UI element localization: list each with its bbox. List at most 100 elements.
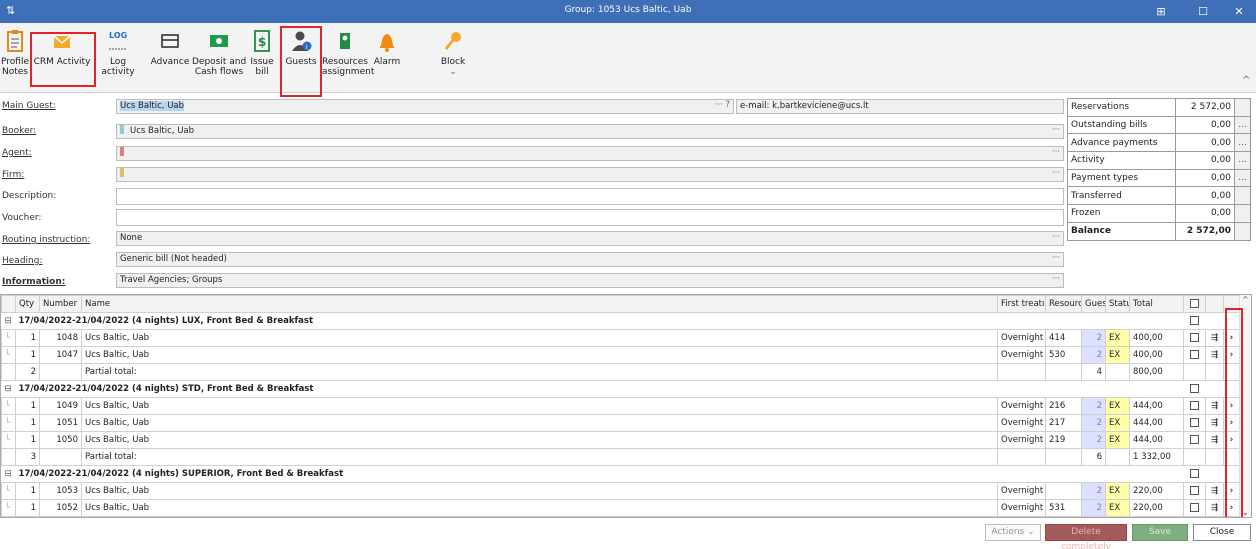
email-field[interactable]: e-mail: k.bartkeviciene@ucs.lt [736,99,1064,114]
window-titlebar: ⇅ Group: 1053 Ucs Baltic, Uab ⊞ ☐ ✕ [0,0,1256,23]
routing-lookup-button[interactable]: ··· [1052,231,1060,244]
information-value: Travel Agencies; Groups [120,275,223,285]
row-checkbox-cell[interactable] [1183,397,1206,415]
log-activity-button[interactable]: LOG Log activity [94,29,142,89]
group-row[interactable]: ⊟ 17/04/2022-21/04/2022 (4 nights) STD, F… [1,380,1240,398]
main-guest-lookup-button[interactable]: ··· ? [715,99,730,112]
row-checkbox[interactable] [1190,349,1199,359]
reservation-row[interactable]: └ 1 1047 Ucs Baltic, Uab Overnight 530 2 EX 400,… [1,346,1240,364]
voucher-input[interactable] [116,209,1064,226]
col-first-treatment[interactable]: First treatı [997,295,1046,313]
block-button[interactable]: Block ⌄ [436,29,470,89]
reservation-row[interactable]: └ 1 1050 Ucs Baltic, Uab Overnight 219 2 EX 444,… [1,431,1240,449]
save-button[interactable]: Save [1132,524,1188,541]
col-status[interactable]: Statu [1105,295,1130,313]
row-checkbox[interactable] [1190,400,1199,410]
partial-qty: 2 [15,363,40,381]
partial-total-row: 2 Partial total: 4 800,00 [1,363,1240,381]
agent-field[interactable]: ··· [116,146,1064,161]
group-title: 17/04/2022-21/04/2022 (4 nights) STD, Fr… [15,380,1184,398]
col-qty[interactable]: Qty [15,295,40,313]
partial-label: Partial total: [81,363,998,381]
delete-completely-button[interactable]: Delete completely [1045,524,1127,549]
col-guests[interactable]: Gues [1081,295,1106,313]
row-checkbox[interactable] [1190,485,1199,495]
issue-bill-button[interactable]: $ Issue bill [248,29,276,89]
split-icon[interactable]: ⇶ [1205,482,1224,500]
group-checkbox[interactable] [1190,383,1199,393]
row-checkbox[interactable] [1190,332,1199,342]
summary-row: Payment types 0,00... [1067,168,1251,188]
group-checkbox[interactable] [1190,315,1199,325]
scroll-down-icon[interactable]: ⌄ [1242,508,1249,517]
group-checkbox-cell[interactable] [1183,312,1206,330]
close-button[interactable]: Close [1193,524,1251,541]
row-checkbox-cell[interactable] [1183,329,1206,347]
cell-qty: 1 [15,346,40,364]
reservation-row[interactable]: └ 1 1049 Ucs Baltic, Uab Overnight 216 2 EX 444,… [1,397,1240,415]
row-checkbox-cell[interactable] [1183,431,1206,449]
col-total[interactable]: Total [1129,295,1184,313]
booker-value: Ucs Baltic, Uab [130,126,195,136]
reservation-row[interactable]: └ 1 1052 Ucs Baltic, Uab Overnight 531 2 EX 220,… [1,499,1240,517]
heading-field[interactable]: Generic bill (Not headed) ··· [116,252,1064,267]
row-checkbox-cell[interactable] [1183,346,1206,364]
summary-more-button[interactable]: ... [1234,133,1251,153]
information-lookup-button[interactable]: ··· [1052,273,1060,286]
heading-lookup-button[interactable]: ··· [1052,252,1060,265]
group-row[interactable]: ⊟ 17/04/2022-21/04/2022 (4 nights) SUPERI… [1,465,1240,483]
split-icon[interactable]: ⇶ [1205,329,1224,347]
group-checkbox[interactable] [1190,468,1199,478]
group-collapse-icon[interactable]: ⊟ [1,465,16,483]
advance-button[interactable]: Advance [150,29,190,89]
split-icon[interactable]: ⇶ [1205,431,1224,449]
split-icon[interactable]: ⇶ [1205,346,1224,364]
group-checkbox-cell[interactable] [1183,465,1206,483]
main-guest-field[interactable]: Ucs Baltic, Uab ··· ? [116,99,734,114]
firm-field[interactable]: ··· [116,167,1064,182]
scroll-up-icon[interactable]: ^ [1242,295,1249,304]
group-collapse-icon[interactable]: ⊟ [1,312,16,330]
split-icon[interactable]: ⇶ [1205,414,1224,432]
col-name[interactable]: Name [81,295,998,313]
profile-notes-button[interactable]: Profile Notes [0,29,30,89]
row-checkbox[interactable] [1190,417,1199,427]
group-row[interactable]: ⊟ 17/04/2022-21/04/2022 (4 nights) LUX, F… [1,312,1240,330]
summary-more-button[interactable]: ... [1234,151,1251,170]
booker-field[interactable]: Ucs Baltic, Uab ··· [116,124,1064,139]
resources-assignment-button[interactable]: Resources assignment [322,29,374,89]
summary-value: 0,00 [1174,151,1236,170]
summary-more-button[interactable]: ... [1234,115,1251,135]
reservation-row[interactable]: └ 1 1051 Ucs Baltic, Uab Overnight 217 2 EX 444,… [1,414,1240,432]
booker-lookup-button[interactable]: ··· [1052,124,1060,137]
deposit-cash-flows-button[interactable]: Deposit and Cash flows [192,29,246,89]
group-collapse-icon[interactable]: ⊟ [1,380,16,398]
close-window-button[interactable]: ✕ [1222,0,1256,23]
col-number[interactable]: Number [39,295,82,313]
actions-dropdown[interactable]: Actions ⌄ [985,524,1041,541]
alarm-button[interactable]: Alarm [372,29,402,89]
summary-more-button[interactable]: ... [1234,168,1251,188]
firm-lookup-button[interactable]: ··· [1052,167,1060,180]
description-input[interactable] [116,188,1064,205]
row-checkbox[interactable] [1190,434,1199,444]
row-checkbox-cell[interactable] [1183,482,1206,500]
agent-lookup-button[interactable]: ··· [1052,146,1060,159]
reservation-row[interactable]: └11053Ucs Baltic, UabOvernight stay 2EX22… [1,482,1240,500]
restore-layout-button[interactable]: ⊞ [1144,0,1178,23]
select-all-checkbox[interactable] [1190,298,1199,308]
row-checkbox-cell[interactable] [1183,499,1206,517]
collapse-ribbon-icon[interactable]: ^ [1242,75,1250,86]
col-select-all[interactable] [1183,295,1206,313]
information-field[interactable]: Travel Agencies; Groups ··· [116,273,1064,288]
col-resource[interactable]: Resourc [1045,295,1082,313]
advance-label: Advance [150,57,190,67]
row-checkbox[interactable] [1190,502,1199,512]
split-icon[interactable]: ⇶ [1205,499,1224,517]
reservation-row[interactable]: └ 1 1048 Ucs Baltic, Uab Overnight 414 2 EX 400,… [1,329,1240,347]
routing-instruction-field[interactable]: None ··· [116,231,1064,246]
row-checkbox-cell[interactable] [1183,414,1206,432]
group-checkbox-cell[interactable] [1183,380,1206,398]
maximize-button[interactable]: ☐ [1186,0,1220,23]
split-icon[interactable]: ⇶ [1205,397,1224,415]
